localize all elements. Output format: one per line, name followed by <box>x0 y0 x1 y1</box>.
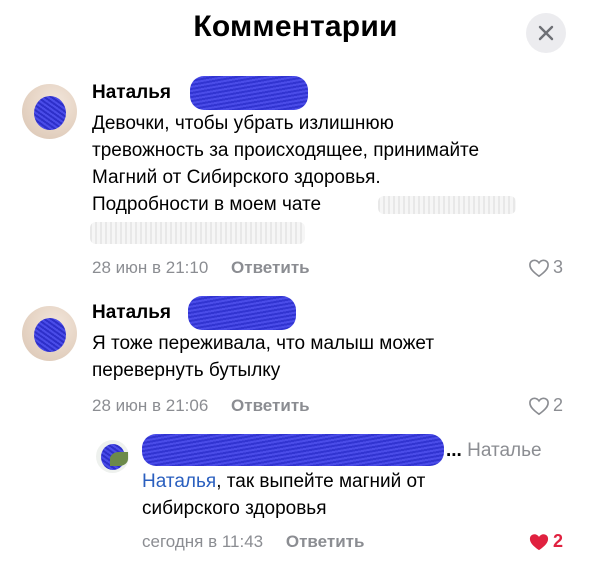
comment-meta: 28 июн в 21:10 Ответить <box>92 258 310 278</box>
like-button[interactable]: 2 <box>528 531 563 552</box>
avatar[interactable] <box>96 440 129 473</box>
reply-to-line: ... Наталье <box>446 440 542 462</box>
heart-filled-icon <box>529 533 549 550</box>
like-button[interactable]: 2 <box>528 395 563 416</box>
like-count: 3 <box>553 257 564 277</box>
reply-time: сегодня в 11:43 <box>142 532 264 551</box>
redacted-surname <box>188 296 296 330</box>
comment-time: 28 июн в 21:06 <box>92 396 209 415</box>
like-count: 2 <box>553 531 564 551</box>
close-button[interactable] <box>526 13 566 53</box>
heart-outline-icon <box>529 396 549 415</box>
heart-outline-icon <box>529 258 549 277</box>
name-ellipsis: ... <box>446 440 462 461</box>
reply-text: Наталья, так выпейте магний от сибирског… <box>142 471 426 519</box>
comment-author[interactable]: Наталья <box>92 302 171 324</box>
redacted-link-line <box>90 222 305 244</box>
comment-time: 28 июн в 21:10 <box>92 258 209 277</box>
redaction-scribble <box>34 96 66 130</box>
comment-author[interactable]: Наталья <box>92 82 171 104</box>
close-icon <box>538 25 554 41</box>
avatar[interactable] <box>22 306 77 361</box>
like-count: 2 <box>553 395 564 415</box>
avatar[interactable] <box>22 84 77 139</box>
page-title: Комментарии <box>193 10 398 43</box>
mention-link[interactable]: Наталья <box>142 471 216 492</box>
reply-button[interactable]: Ответить <box>231 258 310 277</box>
like-button[interactable]: 3 <box>528 257 563 278</box>
comment-meta: 28 июн в 21:06 Ответить <box>92 396 310 416</box>
redacted-surname <box>190 76 308 110</box>
reply-button[interactable]: Ответить <box>286 532 365 551</box>
reply-to-name[interactable]: Наталье <box>467 440 541 461</box>
comments-header: Комментарии <box>0 0 591 64</box>
reply-meta: сегодня в 11:43 Ответить <box>142 532 364 552</box>
reply-button[interactable]: Ответить <box>231 396 310 415</box>
leaf-graphic <box>110 452 128 466</box>
redaction-scribble <box>34 318 66 352</box>
redacted-author-name <box>142 434 444 466</box>
comment-text: Я тоже переживала, что малыш может перев… <box>92 333 435 381</box>
redacted-link <box>378 196 516 214</box>
